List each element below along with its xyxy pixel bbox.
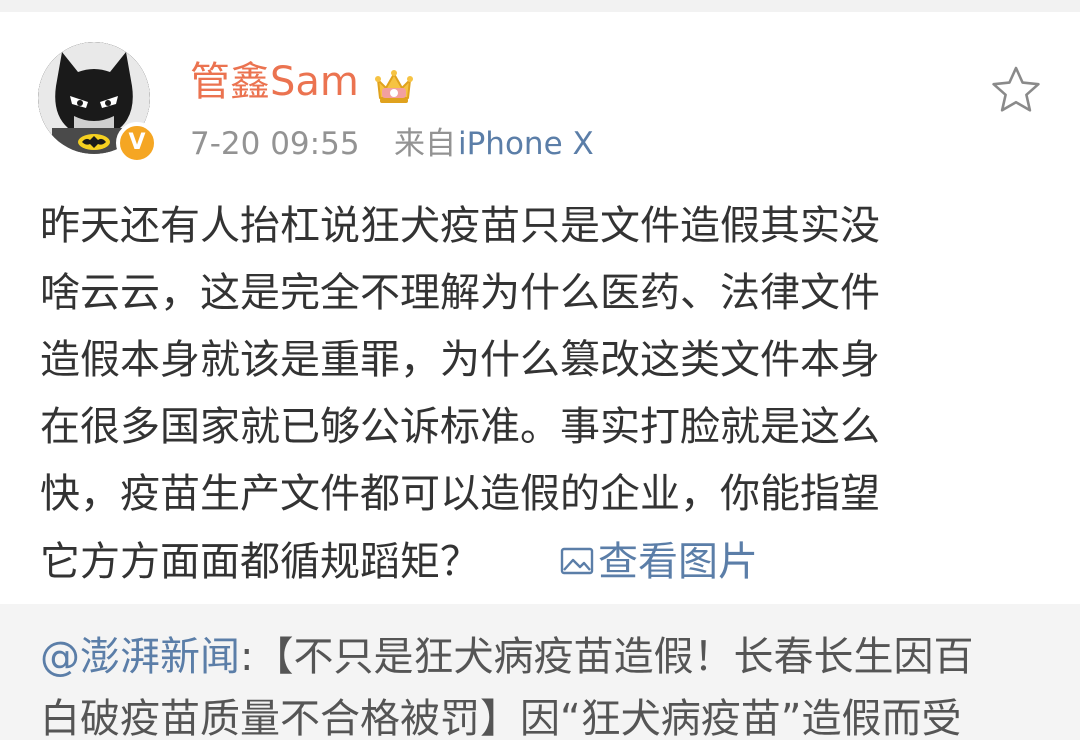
post-body-line: 啥云云，这是完全不理解为什么医药、法律文件 <box>40 270 880 316</box>
post-body-line: 造假本身就该是重罪，为什么篡改这类文件本身 <box>40 337 880 383</box>
source-device-link[interactable]: iPhone X <box>458 122 594 166</box>
post-body-line: 它方方面面都循规蹈矩？ <box>40 539 480 585</box>
image-icon <box>560 547 594 575</box>
star-outline-icon[interactable] <box>990 64 1042 116</box>
repost-line: 白破疫苗质量不合格被罚】因“狂犬病疫苗”造假而受 <box>40 696 962 740</box>
post-body-line: 在很多国家就已够公诉标准。事实打脸就是这么 <box>40 404 880 450</box>
repost-author-link[interactable]: @澎湃新闻 <box>40 634 240 680</box>
view-image-label: 查看图片 <box>598 539 758 585</box>
view-image-link[interactable]: 查看图片 <box>560 531 758 593</box>
post-body-line: 昨天还有人抬杠说狂犬疫苗只是文件造假其实没 <box>40 203 880 249</box>
repost-line: @澎湃新闻:【不只是狂犬病疫苗造假！长春长生因百 <box>40 626 973 688</box>
repost-block[interactable]: @澎湃新闻:【不只是狂犬病疫苗造假！长春长生因百 白破疫苗质量不合格被罚】因“狂… <box>0 604 1080 740</box>
verified-badge: V <box>116 122 158 164</box>
top-divider <box>0 0 1080 12</box>
post-body-line: 快，疫苗生产文件都可以造假的企业，你能指望 <box>40 471 880 517</box>
vip-crown-icon[interactable] <box>372 66 416 106</box>
repost-separator: : <box>240 634 254 680</box>
repost-text: 【不只是狂犬病疫苗造假！长春长生因百 <box>253 634 974 680</box>
author-name[interactable]: 管鑫Sam <box>190 52 359 112</box>
source-prefix: 来自 <box>394 126 456 162</box>
post-timestamp: 7-20 09:55 <box>190 126 360 162</box>
